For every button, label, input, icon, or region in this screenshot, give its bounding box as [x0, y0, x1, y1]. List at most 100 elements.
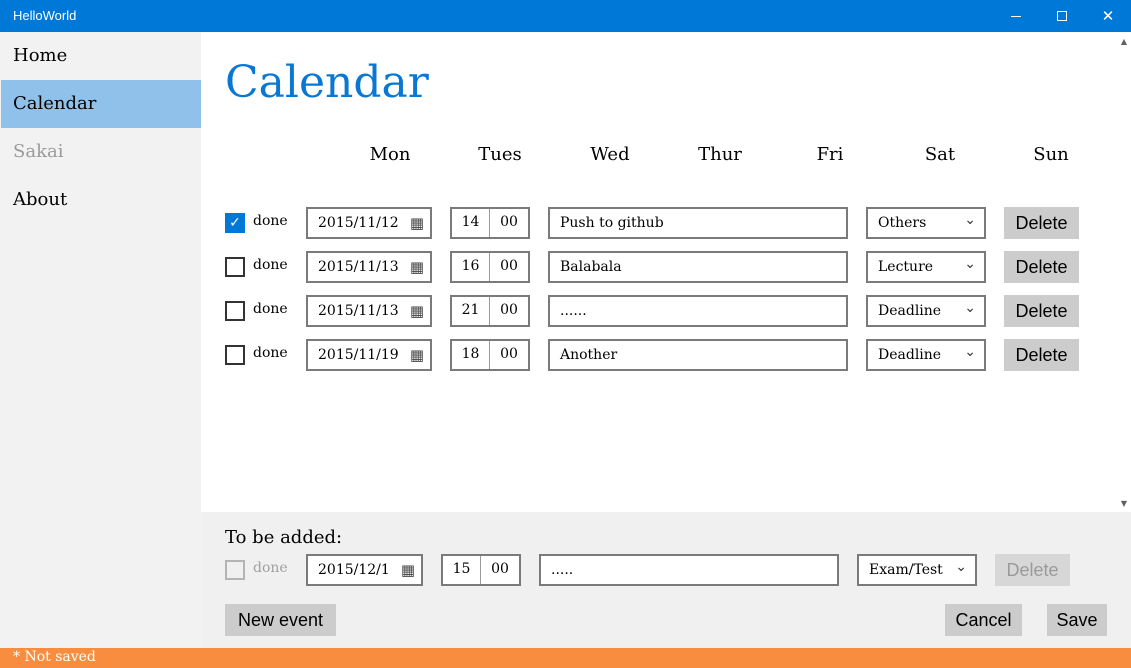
checkmark-icon: ✓: [229, 215, 241, 231]
done-label: done: [253, 345, 288, 361]
date-value: 2015/11/12: [318, 215, 399, 231]
done-checkbox[interactable]: [225, 257, 245, 277]
calendar-icon[interactable]: ▦: [401, 561, 415, 579]
save-button[interactable]: Save: [1047, 604, 1107, 636]
delete-button[interactable]: Delete: [1004, 295, 1079, 327]
calendar-icon[interactable]: ▦: [410, 302, 424, 320]
minimize-button[interactable]: [993, 0, 1039, 32]
time-picker[interactable]: 18 00: [450, 339, 530, 371]
delete-button[interactable]: Delete: [1004, 339, 1079, 371]
hour-field[interactable]: 15: [443, 556, 481, 584]
date-picker[interactable]: 2015/11/19 ▦: [306, 339, 432, 371]
delete-button[interactable]: Delete: [1004, 207, 1079, 239]
title-bar: HelloWorld ✕: [0, 0, 1131, 32]
done-checkbox[interactable]: [225, 345, 245, 365]
time-picker[interactable]: 16 00: [450, 251, 530, 283]
category-select[interactable]: Lecture ⌄: [866, 251, 986, 283]
category-value: Deadline: [878, 303, 942, 319]
time-picker[interactable]: 21 00: [450, 295, 530, 327]
event-row: done 2015/11/13 ▦ 16 00 Balabala Lecture…: [0, 251, 1131, 283]
minute-field[interactable]: 00: [490, 297, 528, 325]
chevron-down-icon: ⌄: [964, 300, 976, 316]
done-checkbox[interactable]: ✓: [225, 213, 245, 233]
scroll-up-icon[interactable]: ▲: [1117, 34, 1131, 48]
category-value: Others: [878, 215, 927, 231]
chevron-down-icon: ⌄: [964, 212, 976, 228]
new-event-row: done 2015/12/1 ▦ 15 00 ..... Exam/Test ⌄…: [0, 554, 1131, 586]
category-select[interactable]: Others ⌄: [866, 207, 986, 239]
category-value: Deadline: [878, 347, 942, 363]
category-value: Exam/Test: [869, 562, 943, 578]
chevron-down-icon: ⌄: [964, 344, 976, 360]
page-title: Calendar: [225, 57, 429, 108]
date-picker[interactable]: 2015/12/1 ▦: [306, 554, 423, 586]
chevron-down-icon: ⌄: [964, 256, 976, 272]
done-label: done: [253, 213, 288, 229]
minute-field[interactable]: 00: [490, 341, 528, 369]
hour-field[interactable]: 21: [452, 297, 490, 325]
window-title: HelloWorld: [13, 8, 77, 23]
close-button[interactable]: ✕: [1085, 0, 1131, 32]
event-text: Another: [560, 347, 618, 363]
event-text-input[interactable]: .....: [539, 554, 839, 586]
event-text-input[interactable]: Another: [548, 339, 848, 371]
new-event-button[interactable]: New event: [225, 604, 336, 636]
minute-field[interactable]: 00: [481, 556, 519, 584]
event-text: Push to github: [560, 215, 664, 231]
status-bar: * Not saved: [0, 648, 1131, 668]
date-picker[interactable]: 2015/11/13 ▦: [306, 295, 432, 327]
day-header-sun: Sun: [1033, 144, 1069, 165]
sidebar-item-calendar[interactable]: Calendar: [1, 80, 201, 128]
cancel-button[interactable]: Cancel: [945, 604, 1022, 636]
hour-field[interactable]: 18: [452, 341, 490, 369]
day-header-fri: Fri: [816, 144, 844, 165]
event-row: done 2015/11/19 ▦ 18 00 Another Deadline…: [0, 339, 1131, 371]
calendar-icon[interactable]: ▦: [410, 346, 424, 364]
hour-field[interactable]: 14: [452, 209, 490, 237]
close-icon: ✕: [1101, 6, 1115, 25]
category-value: Lecture: [878, 259, 934, 275]
time-picker[interactable]: 14 00: [450, 207, 530, 239]
minute-field[interactable]: 00: [490, 209, 528, 237]
time-picker[interactable]: 15 00: [441, 554, 521, 586]
day-header-tues: Tues: [478, 144, 522, 165]
date-picker[interactable]: 2015/11/13 ▦: [306, 251, 432, 283]
event-row: done 2015/11/13 ▦ 21 00 ...... Deadline …: [0, 295, 1131, 327]
delete-button: Delete: [995, 554, 1070, 586]
date-value: 2015/11/13: [318, 303, 399, 319]
date-value: 2015/11/19: [318, 347, 399, 363]
date-picker[interactable]: 2015/11/12 ▦: [306, 207, 432, 239]
minimize-icon: [1011, 15, 1021, 17]
date-value: 2015/11/13: [318, 259, 399, 275]
event-text-input[interactable]: Push to github: [548, 207, 848, 239]
day-header-thur: Thur: [698, 144, 742, 165]
done-checkbox[interactable]: [225, 301, 245, 321]
scroll-down-icon[interactable]: ▼: [1117, 496, 1131, 510]
minute-field[interactable]: 00: [490, 253, 528, 281]
sidebar-item-sakai: Sakai: [13, 141, 64, 162]
category-select[interactable]: Exam/Test ⌄: [857, 554, 977, 586]
day-header-sat: Sat: [924, 144, 956, 165]
to-be-added-heading: To be added:: [225, 527, 343, 548]
done-label: done: [253, 301, 288, 317]
hour-field[interactable]: 16: [452, 253, 490, 281]
done-label: done: [253, 257, 288, 273]
event-text: ......: [560, 303, 587, 319]
day-header-wed: Wed: [590, 144, 630, 165]
category-select[interactable]: Deadline ⌄: [866, 295, 986, 327]
delete-button[interactable]: Delete: [1004, 251, 1079, 283]
event-text-input[interactable]: Balabala: [548, 251, 848, 283]
calendar-icon[interactable]: ▦: [410, 214, 424, 232]
sidebar-item-home[interactable]: Home: [1, 32, 201, 80]
event-text-input[interactable]: ......: [548, 295, 848, 327]
event-text: .....: [551, 562, 574, 578]
calendar-icon[interactable]: ▦: [410, 258, 424, 276]
status-text: * Not saved: [13, 649, 96, 665]
category-select[interactable]: Deadline ⌄: [866, 339, 986, 371]
done-checkbox: [225, 560, 245, 580]
done-label: done: [253, 560, 288, 576]
maximize-icon: [1057, 11, 1067, 21]
event-row: ✓ done 2015/11/12 ▦ 14 00 Push to github…: [0, 207, 1131, 239]
maximize-button[interactable]: [1039, 0, 1085, 32]
event-text: Balabala: [560, 259, 622, 275]
